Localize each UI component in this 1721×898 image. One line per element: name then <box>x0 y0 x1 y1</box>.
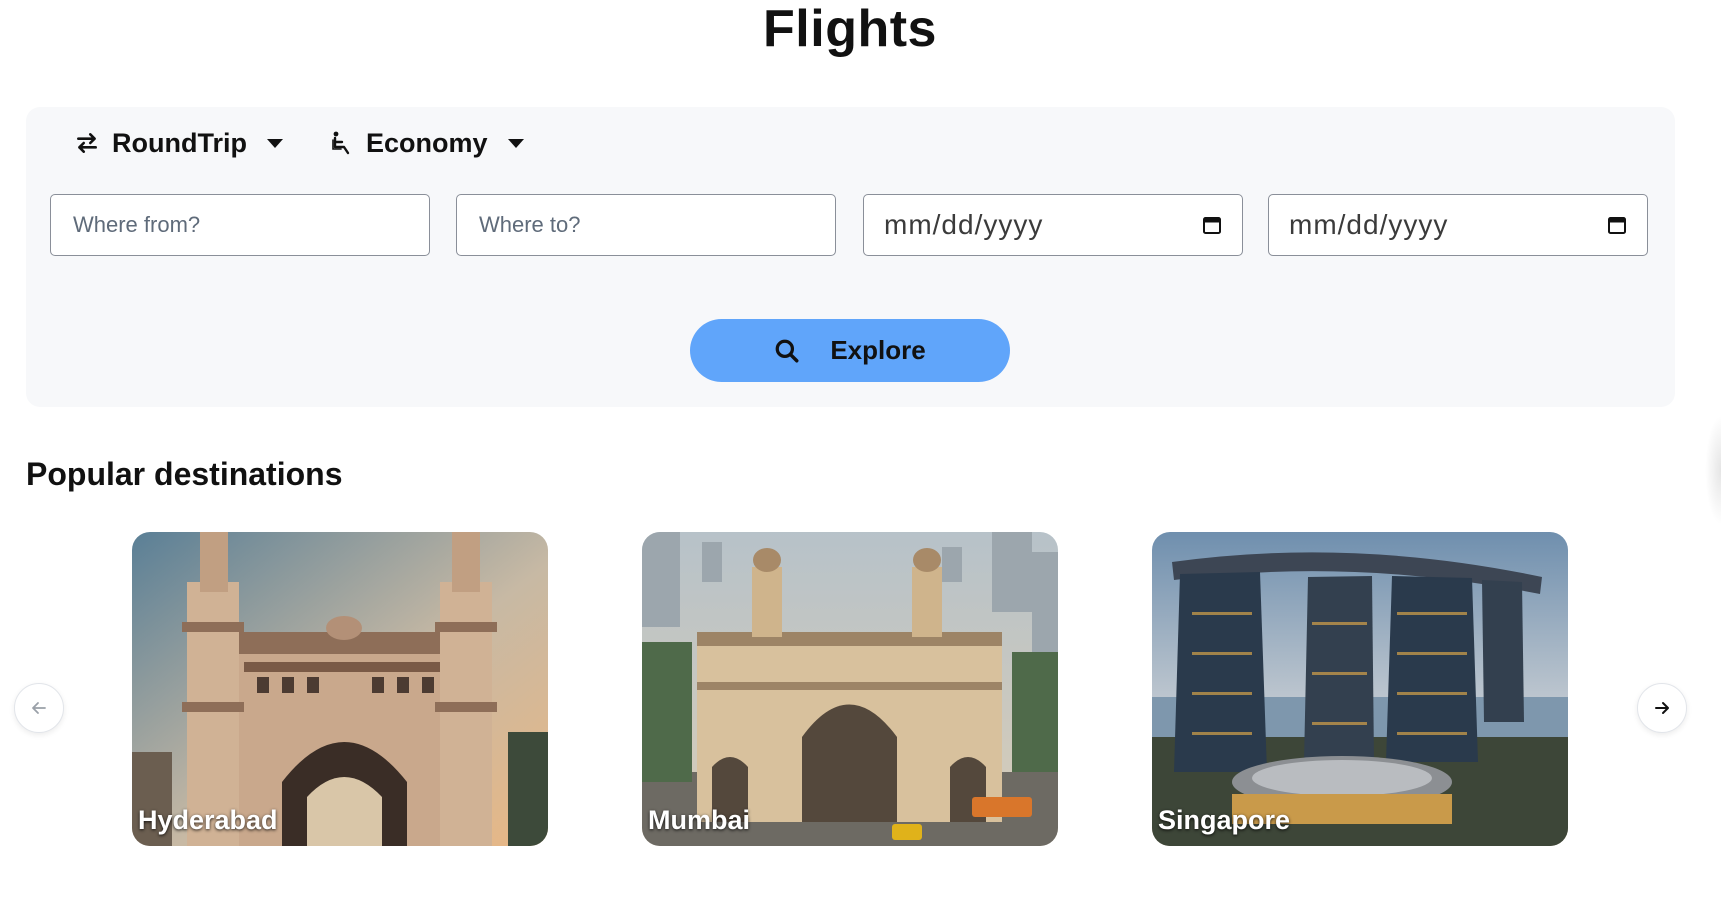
destination-image <box>642 532 1058 846</box>
destination-name: Singapore <box>1158 805 1291 835</box>
return-date-input[interactable]: mm/dd/yyyy <box>1268 194 1648 256</box>
seat-icon <box>332 131 350 155</box>
destination-image <box>1152 532 1568 846</box>
arrow-left-icon <box>32 702 46 714</box>
destination-name: Mumbai <box>648 805 751 835</box>
carousel-prev-button[interactable] <box>14 683 64 733</box>
destination-input[interactable] <box>477 211 815 239</box>
depart-date-placeholder: mm/dd/yyyy <box>884 209 1044 240</box>
depart-date-input[interactable]: mm/dd/yyyy <box>863 194 1243 256</box>
calendar-icon[interactable] <box>1607 215 1627 235</box>
chevron-down-icon <box>266 138 283 148</box>
search-icon <box>775 339 799 362</box>
destination-image <box>132 532 548 846</box>
flight-search-panel: RoundTrip Economy mm/dd/yyyy mm/dd/yyyy <box>26 107 1675 407</box>
destination-field <box>456 194 836 256</box>
origin-field <box>50 194 430 256</box>
explore-button[interactable]: Explore <box>690 319 1010 382</box>
page-title: Flights <box>763 0 937 58</box>
swap-arrows-icon <box>77 133 97 153</box>
explore-label: Explore <box>830 335 926 365</box>
cabin-class-dropdown[interactable]: Economy <box>330 121 524 165</box>
calendar-icon[interactable] <box>1202 215 1222 235</box>
trip-type-label: RoundTrip <box>112 127 247 158</box>
destination-card-mumbai[interactable]: Mumbai <box>642 532 1058 846</box>
destination-card-singapore[interactable]: Singapore <box>1152 532 1568 846</box>
origin-input[interactable] <box>71 211 409 239</box>
scroll-edge-shadow <box>1705 415 1721 525</box>
return-date-placeholder: mm/dd/yyyy <box>1289 209 1449 240</box>
carousel-next-button[interactable] <box>1637 683 1687 733</box>
destination-name: Hyderabad <box>138 805 278 835</box>
chevron-down-icon <box>507 138 524 148</box>
destination-card-hyderabad[interactable]: Hyderabad <box>132 532 548 846</box>
trip-type-dropdown[interactable]: RoundTrip <box>74 121 283 165</box>
arrow-right-icon <box>1655 702 1669 714</box>
cabin-class-label: Economy <box>366 127 488 158</box>
popular-destinations-title: Popular destinations <box>26 456 343 492</box>
